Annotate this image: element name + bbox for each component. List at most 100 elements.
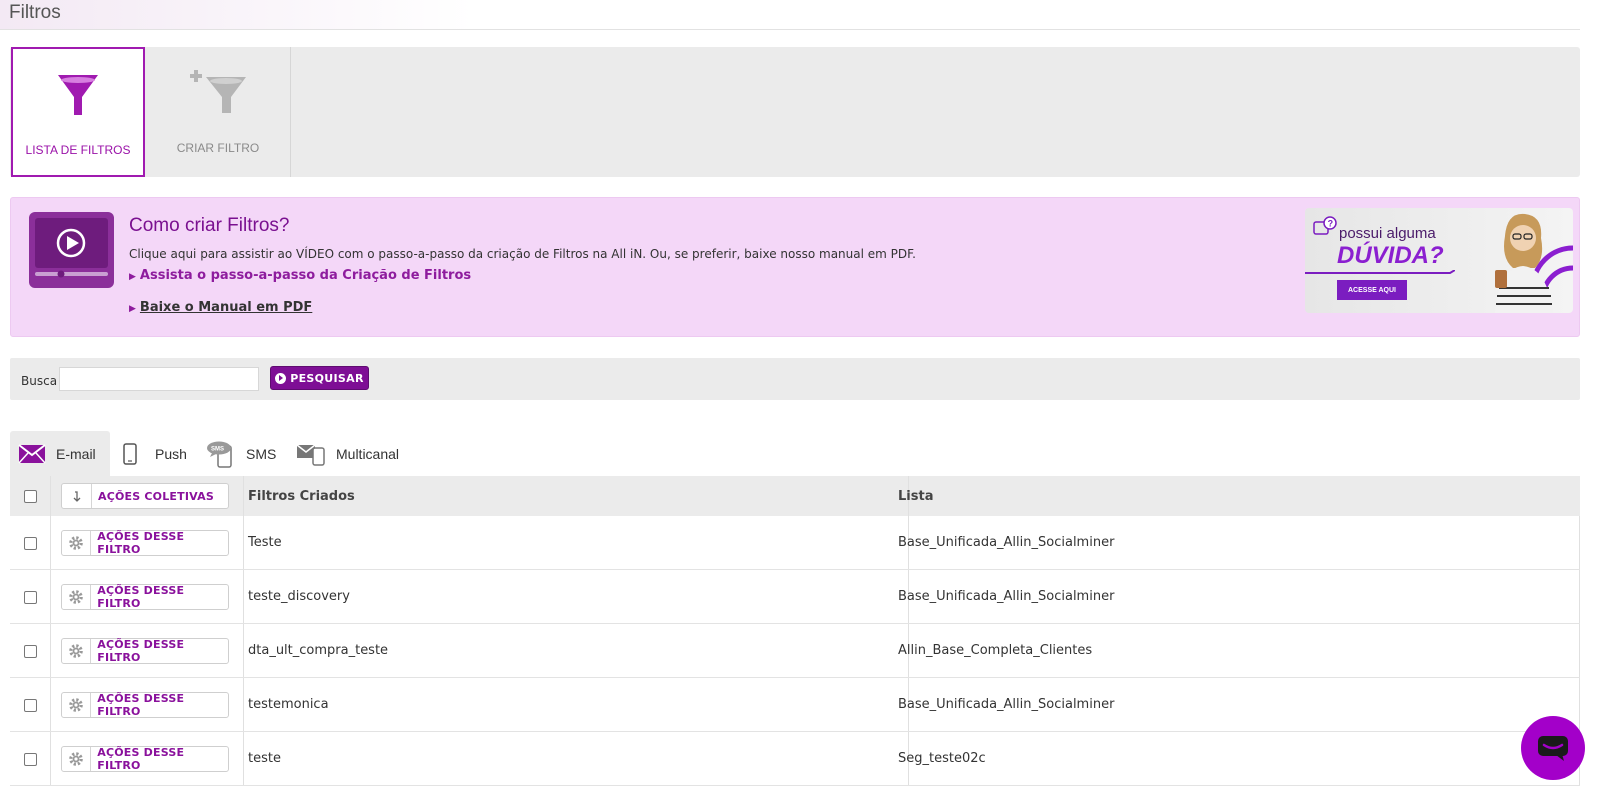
gear-icon — [62, 531, 92, 555]
filter-actions-label: AÇÕES DESSE FILTRO — [97, 584, 185, 610]
filter-list: Allin_Base_Completa_Clientes — [898, 643, 1093, 658]
table-row: AÇÕES DESSE FILTRO dta_ult_compra_teste … — [10, 624, 1580, 678]
pdf-manual-link[interactable]: ▶ Baixe o Manual em PDF — [129, 300, 312, 315]
column-divider — [243, 570, 244, 623]
filter-actions-button[interactable]: AÇÕES DESSE FILTRO — [61, 692, 229, 718]
gear-icon — [62, 693, 92, 717]
row-checkbox[interactable] — [24, 699, 37, 712]
bulk-actions-label: AÇÕES COLETIVAS — [98, 489, 214, 503]
help-banner[interactable]: ? possui alguma DÚVIDA? ACESSE AQUI — [1305, 208, 1573, 313]
envelope-icon — [18, 443, 46, 464]
table-row: AÇÕES DESSE FILTRO testemonica Base_Unif… — [10, 678, 1580, 732]
arrow-down-icon — [62, 484, 92, 508]
filter-actions-button[interactable]: AÇÕES DESSE FILTRO — [61, 746, 229, 772]
banner-underline — [1305, 270, 1455, 274]
filter-actions-label: AÇÕES DESSE FILTRO — [97, 692, 185, 718]
chat-button[interactable] — [1521, 716, 1585, 780]
column-divider — [243, 476, 244, 516]
filter-name: teste — [248, 751, 281, 766]
help-box: Como criar Filtros? Clique aqui para ass… — [10, 197, 1580, 337]
video-icon[interactable] — [29, 212, 114, 288]
tab-email-label: E-mail — [56, 445, 96, 462]
search-button-label: PESQUISAR — [290, 371, 364, 385]
filter-name: teste_discovery — [248, 589, 350, 604]
filter-actions-button[interactable]: AÇÕES DESSE FILTRO — [61, 530, 229, 556]
filters-table: AÇÕES COLETIVAS Filtros Criados Lista AÇ… — [10, 476, 1580, 786]
filter-list: Base_Unificada_Allin_Socialminer — [898, 535, 1115, 550]
filter-actions-button[interactable]: AÇÕES DESSE FILTRO — [61, 638, 229, 664]
filter-name: testemonica — [248, 697, 329, 712]
table-row: AÇÕES DESSE FILTRO teste Seg_teste02c — [10, 732, 1580, 786]
filter-name: Teste — [248, 535, 282, 550]
tab-sms-label: SMS — [246, 445, 277, 462]
caret-right-icon: ▶ — [129, 304, 136, 314]
chat-icon — [1538, 736, 1568, 761]
column-divider — [1579, 678, 1580, 731]
table-row: AÇÕES DESSE FILTRO teste_discovery Base_… — [10, 570, 1580, 624]
filter-actions-button[interactable]: AÇÕES DESSE FILTRO — [61, 584, 229, 610]
banner-line1: possui alguma — [1339, 225, 1436, 242]
column-divider — [50, 732, 51, 785]
column-divider — [243, 516, 244, 569]
gear-icon — [62, 747, 92, 771]
column-divider — [50, 476, 51, 516]
add-funnel-icon — [190, 70, 246, 113]
tab-push[interactable]: Push — [123, 431, 187, 476]
table-header: AÇÕES COLETIVAS Filtros Criados Lista — [10, 476, 1580, 516]
svg-text:SMS: SMS — [211, 446, 224, 452]
search-button[interactable]: PESQUISAR — [270, 366, 369, 390]
tab-email[interactable]: E-mail — [10, 431, 110, 476]
tab-multichannel[interactable]: Multicanal — [296, 431, 399, 476]
gear-icon — [62, 585, 92, 609]
person-illustration — [1495, 213, 1573, 313]
column-divider — [243, 732, 244, 785]
phone-icon — [123, 442, 137, 465]
filter-name: dta_ult_compra_teste — [248, 643, 389, 658]
tab-create-filter-label: CRIAR FILTRO — [176, 141, 260, 155]
column-divider — [50, 570, 51, 623]
row-checkbox[interactable] — [24, 645, 37, 658]
filter-actions-label: AÇÕES DESSE FILTRO — [97, 638, 185, 664]
pdf-manual-link-text: Baixe o Manual em PDF — [139, 300, 313, 315]
filter-list: Base_Unificada_Allin_Socialminer — [898, 697, 1115, 712]
funnel-icon — [58, 75, 98, 115]
column-divider — [50, 624, 51, 677]
tab-filter-list[interactable]: LISTA DE FILTROS — [11, 47, 145, 177]
column-divider — [50, 678, 51, 731]
banner-cta-button[interactable]: ACESSE AQUI — [1337, 280, 1407, 300]
search-input[interactable] — [59, 367, 259, 391]
gear-icon — [62, 639, 92, 663]
column-divider — [50, 516, 51, 569]
svg-text:?: ? — [1328, 219, 1334, 229]
row-checkbox[interactable] — [24, 537, 37, 550]
tab-push-label: Push — [155, 445, 187, 462]
tab-create-filter[interactable]: CRIAR FILTRO — [146, 47, 291, 177]
column-divider — [243, 624, 244, 677]
play-circle-icon — [275, 372, 287, 384]
column-header-filters[interactable]: Filtros Criados — [248, 489, 355, 504]
bulk-actions-button[interactable]: AÇÕES COLETIVAS — [61, 483, 229, 509]
caret-right-icon: ▶ — [129, 272, 136, 282]
video-tutorial-link[interactable]: ▶ Assista o passo-a-passo da Criação de F… — [129, 268, 471, 283]
help-description: Clique aqui para assistir ao VÍDEO com o… — [129, 247, 916, 261]
column-divider — [1579, 516, 1580, 569]
filter-actions-label: AÇÕES DESSE FILTRO — [97, 746, 185, 772]
row-checkbox[interactable] — [24, 753, 37, 766]
multichannel-icon — [296, 442, 326, 466]
select-all-checkbox[interactable] — [24, 490, 37, 503]
page-header: Filtros — [0, 0, 1580, 30]
help-title: Como criar Filtros? — [129, 215, 290, 236]
column-header-list[interactable]: Lista — [898, 489, 933, 504]
tab-filter-list-label: LISTA DE FILTROS — [25, 143, 131, 157]
filter-mode-bar: LISTA DE FILTROS CRIAR FILTRO — [10, 47, 1580, 177]
filter-actions-label: AÇÕES DESSE FILTRO — [97, 530, 185, 556]
search-label: Busca — [21, 374, 58, 388]
tab-sms[interactable]: SMS SMS — [206, 431, 276, 476]
column-divider — [1579, 624, 1580, 677]
filter-list: Seg_teste02c — [898, 751, 986, 766]
video-tutorial-link-text: Assista o passo-a-passo da Criação de Fi… — [139, 268, 472, 283]
column-divider — [1579, 570, 1580, 623]
page-title: Filtros — [9, 2, 61, 23]
row-checkbox[interactable] — [24, 591, 37, 604]
sms-icon: SMS — [206, 440, 236, 468]
